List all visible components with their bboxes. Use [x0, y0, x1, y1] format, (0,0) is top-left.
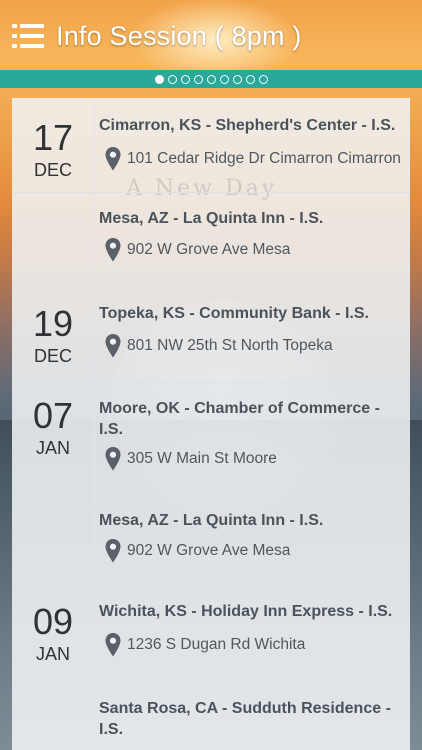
date-divider [94, 98, 95, 193]
event-address-text: 305 W Main St Moore [127, 450, 277, 467]
event-name: Mesa, AZ - La Quinta Inn - I.S. [99, 512, 324, 529]
event-address-text: 1236 S Dugan Rd Wichita [127, 636, 306, 653]
page-dot[interactable] [193, 74, 203, 84]
event-address[interactable]: 902 W Grove Ave Mesa [104, 538, 290, 564]
event-list: A New Day 17 DEC Cimarron, KS - Shepherd's… [12, 98, 410, 750]
event-month: DEC [33, 160, 72, 180]
event-date: 07 JAN [12, 396, 94, 459]
list-item[interactable]: 19 DEC Topeka, KS - Community Bank - I.S. 8… [12, 288, 410, 383]
event-address-text: 801 NW 25th St North Topeka [127, 337, 333, 354]
app-header: Info Session ( 8pm ) [0, 0, 422, 72]
page-dot[interactable] [154, 74, 164, 84]
page-dot[interactable] [258, 74, 268, 84]
page-dot[interactable] [232, 74, 242, 84]
page-dot[interactable] [180, 74, 190, 84]
event-day: 17 [32, 117, 74, 158]
date-divider [94, 681, 95, 750]
event-address-text: 902 W Grove Ave Mesa [127, 542, 291, 559]
event-name: Topeka, KS - Community Bank - I.S. [99, 305, 369, 322]
map-pin-icon [104, 538, 122, 564]
map-pin-icon [104, 333, 122, 359]
page-title: Info Session ( 8pm ) [56, 20, 302, 51]
list-item[interactable]: 07 JAN Moore, OK - Chamber of Commerce - I… [12, 383, 410, 493]
map-pin-icon [104, 146, 122, 172]
page-indicator [0, 70, 422, 88]
event-name: Santa Rosa, CA - Sudduth Residence - I.S… [99, 700, 391, 738]
page-dot[interactable] [206, 74, 216, 84]
event-address-text: 902 W Grove Ave Mesa [127, 241, 291, 258]
event-name: Wichita, KS - Holiday Inn Express - I.S. [99, 603, 393, 620]
event-date: 09 JAN [12, 602, 94, 665]
date-divider [94, 288, 95, 383]
page-dot[interactable] [167, 74, 177, 84]
page-dot[interactable] [245, 74, 255, 84]
list-item[interactable]: 17 DEC Cimarron, KS - Shepherd's Center - … [12, 98, 410, 193]
map-pin-icon [104, 237, 122, 263]
event-address[interactable]: 902 W Grove Ave Mesa [104, 237, 290, 263]
event-month: JAN [35, 644, 70, 664]
event-day: 07 [32, 395, 74, 436]
list-item[interactable]: Mesa, AZ - La Quinta Inn - I.S. 902 W Gro… [12, 193, 410, 288]
event-address[interactable]: 305 W Main St Moore [104, 446, 277, 472]
event-date: 19 DEC [12, 304, 94, 367]
list-item[interactable]: Santa Rosa, CA - Sudduth Residence - I.S… [12, 681, 410, 750]
date-divider [94, 586, 95, 681]
event-address[interactable]: 1236 S Dugan Rd Wichita [104, 632, 305, 658]
event-name: Mesa, AZ - La Quinta Inn - I.S. [99, 210, 324, 227]
list-item[interactable]: 09 JAN Wichita, KS - Holiday Inn Express -… [12, 586, 410, 681]
map-pin-icon [104, 446, 122, 472]
event-month: JAN [35, 438, 70, 458]
event-month: DEC [33, 346, 72, 366]
event-day: 09 [32, 601, 74, 642]
date-divider [94, 383, 95, 493]
event-address-text: 101 Cedar Ridge Dr Cimarron Cimarron [127, 150, 401, 167]
event-name: Cimarron, KS - Shepherd's Center - I.S. [99, 117, 396, 134]
event-address[interactable]: 101 Cedar Ridge Dr Cimarron Cimarron [104, 146, 401, 172]
menu-icon[interactable] [12, 24, 44, 48]
event-day: 19 [32, 303, 74, 344]
date-divider [94, 193, 95, 288]
event-date: 17 DEC [12, 118, 94, 181]
date-divider [94, 493, 95, 586]
page-dot[interactable] [219, 74, 229, 84]
map-pin-icon [104, 632, 122, 658]
list-item[interactable]: Mesa, AZ - La Quinta Inn - I.S. 902 W Gro… [12, 493, 410, 586]
event-address[interactable]: 801 NW 25th St North Topeka [104, 333, 333, 359]
event-name: Moore, OK - Chamber of Commerce - I.S. [99, 400, 380, 438]
